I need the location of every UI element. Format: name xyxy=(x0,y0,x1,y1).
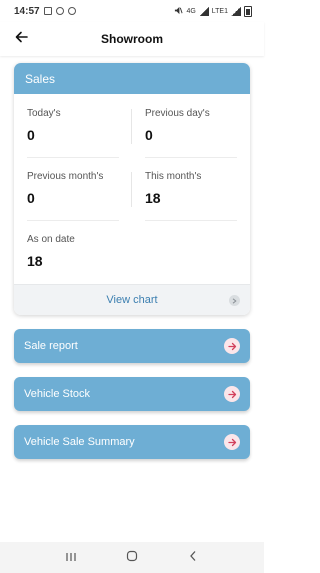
status-time: 14:57 xyxy=(14,5,40,17)
stat-todays-value: 0 xyxy=(27,127,35,143)
gallery-icon xyxy=(43,7,52,15)
sales-card-title: Sales xyxy=(14,63,250,94)
chevron-right-icon xyxy=(229,295,240,306)
stat-previous-day-value: 0 xyxy=(145,127,153,143)
stat-as-on-date: As on date 18 xyxy=(27,234,75,269)
divider-horizontal-1 xyxy=(27,157,119,158)
stat-as-on-date-label: As on date xyxy=(27,234,75,245)
arrow-right-icon xyxy=(224,434,240,450)
system-back-button[interactable] xyxy=(182,547,204,569)
divider-vertical-2 xyxy=(131,172,132,207)
back-button[interactable] xyxy=(10,28,32,50)
stat-previous-month-label: Previous month's xyxy=(27,171,104,182)
back-arrow-icon xyxy=(15,30,28,48)
page-title: Showroom xyxy=(101,32,163,46)
divider-horizontal-2 xyxy=(145,157,237,158)
sales-stats: Today's 0 Previous day's 0 Previous mont… xyxy=(14,94,250,284)
sale-report-button[interactable]: Sale report xyxy=(14,329,250,363)
vehicle-stock-label: Vehicle Stock xyxy=(24,388,91,400)
stat-this-month-label: This month's xyxy=(145,171,202,182)
arrow-right-icon xyxy=(224,386,240,402)
network-type: 4G xyxy=(186,7,196,15)
app-header: Showroom xyxy=(0,22,264,56)
stat-previous-month-value: 0 xyxy=(27,190,35,206)
home-icon xyxy=(126,549,138,567)
signal-icon xyxy=(198,6,209,16)
mute-icon xyxy=(174,6,183,17)
vehicle-sale-summary-button[interactable]: Vehicle Sale Summary xyxy=(14,425,250,459)
app-notification-icon xyxy=(55,7,64,15)
status-bar: 14:57 4G LTE1 xyxy=(0,0,264,22)
divider-horizontal-4 xyxy=(145,220,237,221)
lte-label: LTE1 xyxy=(211,7,228,15)
chevron-left-icon xyxy=(189,549,197,567)
vehicle-stock-button[interactable]: Vehicle Stock xyxy=(14,377,250,411)
view-chart-button[interactable]: View chart xyxy=(14,284,250,315)
recent-apps-button[interactable] xyxy=(60,547,82,569)
view-chart-label: View chart xyxy=(106,294,158,306)
system-nav-bar xyxy=(0,542,264,573)
sales-card: Sales Today's 0 Previous day's 0 Previou… xyxy=(14,63,250,315)
stat-this-month: This month's 18 xyxy=(145,171,201,206)
sale-report-label: Sale report xyxy=(24,340,78,352)
stat-previous-day: Previous day's 0 xyxy=(145,108,210,143)
recent-apps-icon xyxy=(65,549,77,567)
stat-as-on-date-value: 18 xyxy=(27,253,43,269)
signal-icon-2 xyxy=(231,6,241,16)
vehicle-sale-summary-label: Vehicle Sale Summary xyxy=(24,436,135,448)
stat-previous-day-label: Previous day's xyxy=(145,108,210,119)
arrow-right-icon xyxy=(224,338,240,354)
stat-todays: Today's 0 xyxy=(27,108,61,143)
battery-icon xyxy=(244,5,252,17)
data-saver-icon xyxy=(67,7,76,15)
stat-previous-month: Previous month's 0 xyxy=(27,171,103,206)
divider-vertical-1 xyxy=(131,109,132,144)
home-button[interactable] xyxy=(121,547,143,569)
stat-this-month-value: 18 xyxy=(145,190,161,206)
stat-todays-label: Today's xyxy=(27,108,61,119)
divider-horizontal-3 xyxy=(27,220,119,221)
